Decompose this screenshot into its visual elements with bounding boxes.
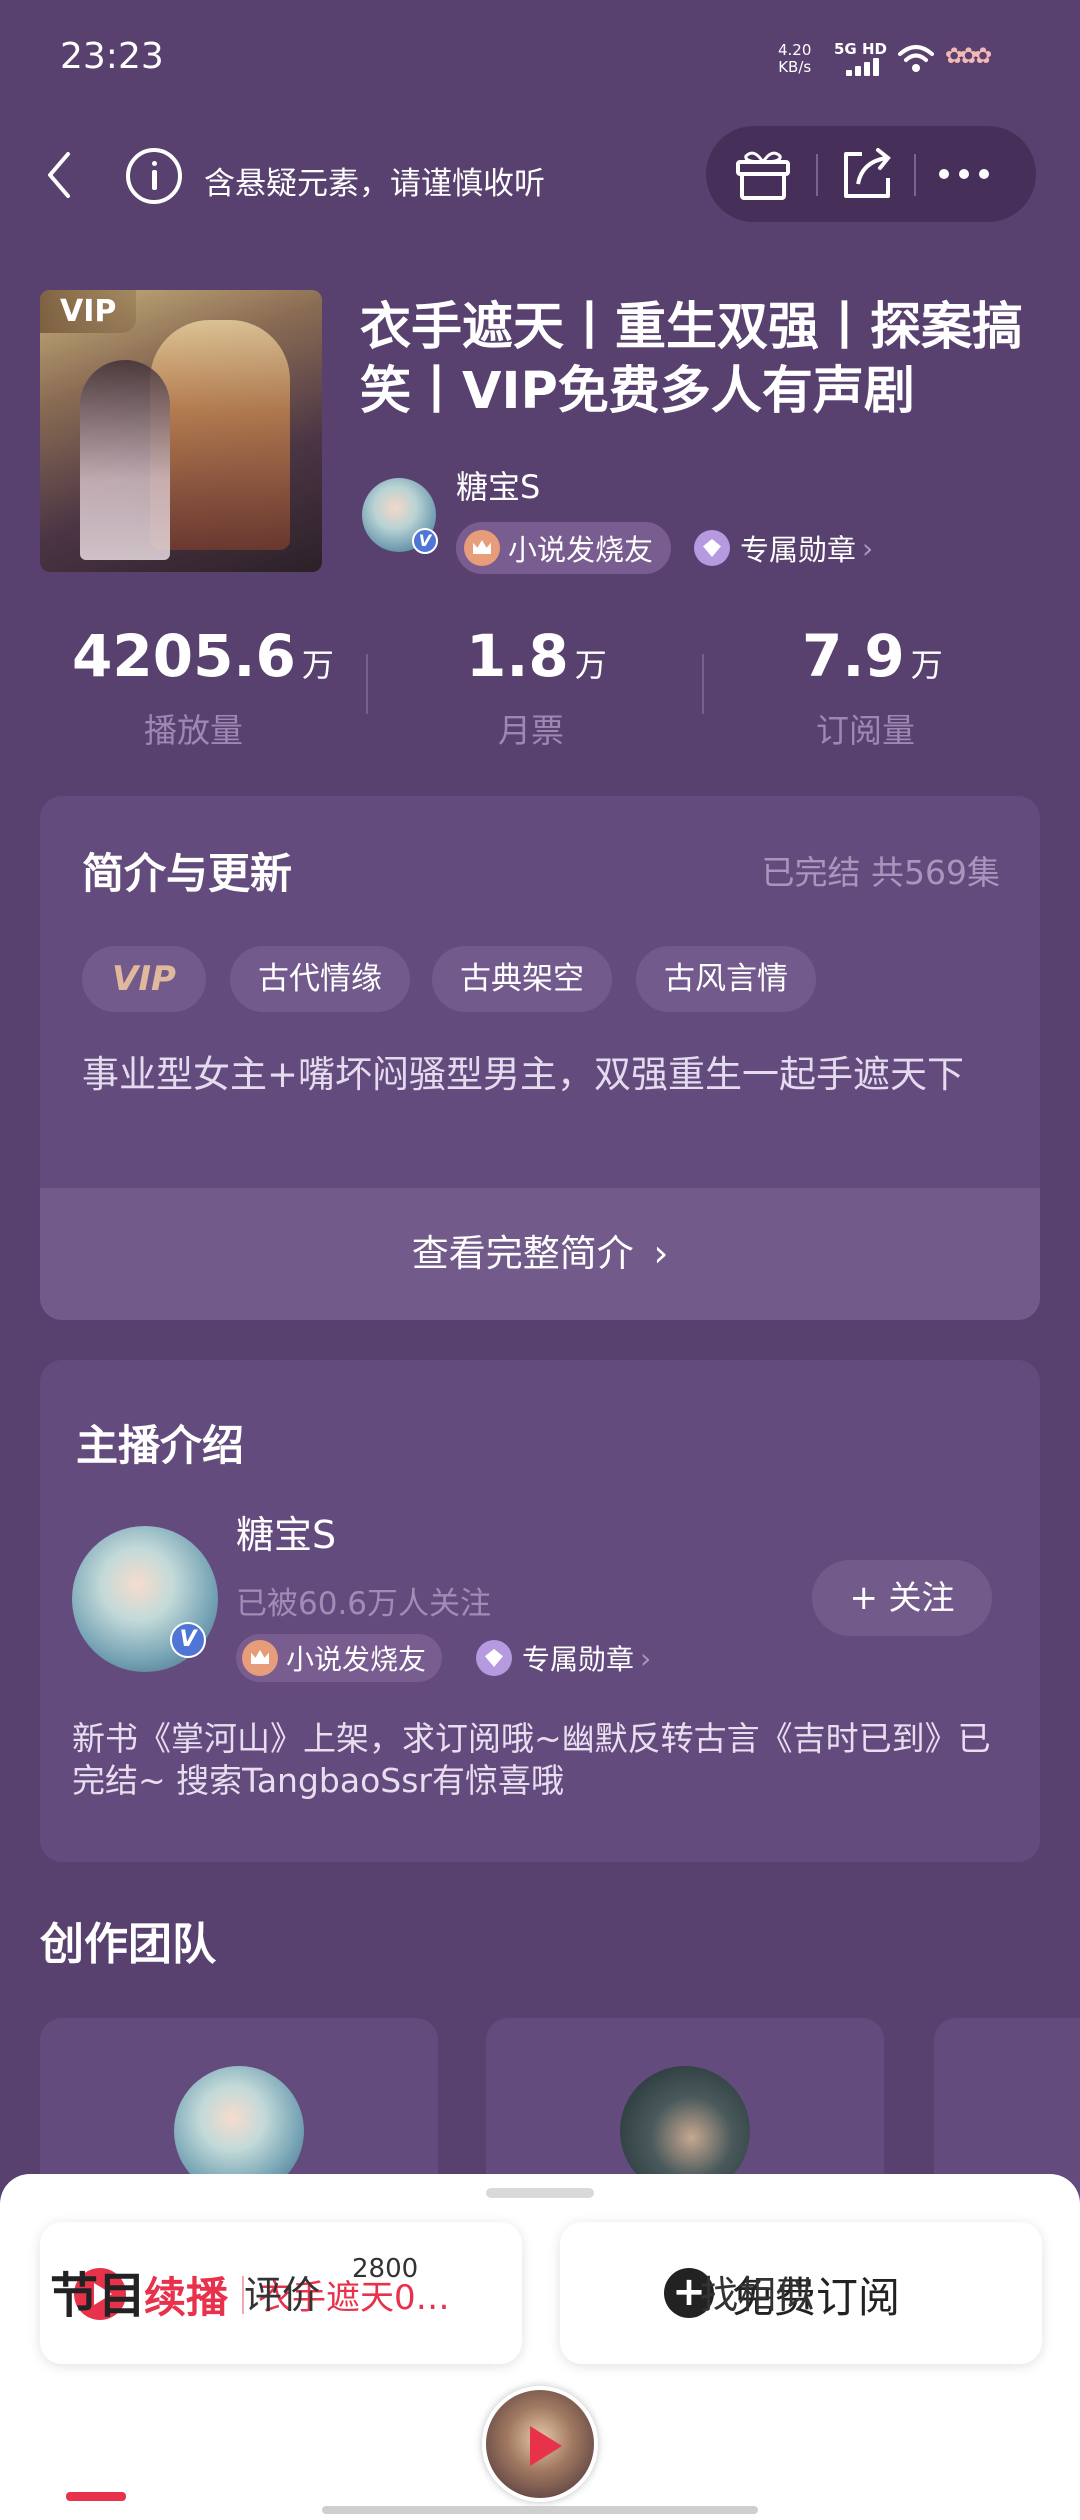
view-full-intro-button[interactable]: 查看完整简介 › bbox=[40, 1188, 1040, 1320]
anchor-bio: 新书《掌河山》上架，求订阅哦~幽默反转古言《吉时已到》已完结~ 搜索Tangba… bbox=[72, 1719, 991, 1800]
stat-subs-label: 订阅量 bbox=[816, 711, 915, 750]
vip-tag: VIP bbox=[40, 290, 137, 333]
speed-unit: KB/s bbox=[778, 58, 812, 76]
team-title: 创作团队 bbox=[40, 1919, 216, 1970]
fan-badge[interactable]: 小说发烧友 bbox=[236, 1634, 443, 1682]
stat-subs-unit: 万 bbox=[910, 646, 943, 684]
follow-label: 关注 bbox=[888, 1578, 955, 1617]
signal-icon bbox=[846, 58, 880, 76]
medal-icon bbox=[476, 1640, 512, 1676]
stat-tickets-label: 月票 bbox=[498, 711, 564, 750]
tag-vip[interactable]: VIP bbox=[82, 946, 206, 1012]
content-warning: 含悬疑元素，请谨慎收听 bbox=[204, 166, 545, 202]
drag-handle[interactable] bbox=[486, 2188, 594, 2198]
medal-badge[interactable]: 专属勋章 › bbox=[476, 1634, 651, 1682]
review-count: 2800 bbox=[352, 2254, 419, 2284]
mini-player-button[interactable] bbox=[482, 2386, 598, 2502]
intro-description: 事业型女主+嘴坏闷骚型男主，双强重生一起手遮天下 bbox=[82, 1053, 965, 1096]
anchor-section-title: 主播介绍 bbox=[76, 1421, 245, 1470]
medal-badge-label: 专属勋章 bbox=[740, 533, 857, 567]
back-icon[interactable] bbox=[30, 140, 90, 210]
view-full-intro-label: 查看完整简介 bbox=[411, 1232, 634, 1275]
stat-plays-unit: 万 bbox=[301, 646, 334, 684]
tag-ancient-romance[interactable]: 古代情缘 bbox=[230, 946, 410, 1012]
author-name[interactable]: 糖宝S bbox=[456, 462, 540, 508]
anchor-followers: 已被60.6万人关注 bbox=[236, 1586, 492, 1622]
tag-ancient-style-romance[interactable]: 古风言情 bbox=[636, 946, 816, 1012]
gift-icon[interactable] bbox=[734, 146, 792, 202]
stat-subs-value: 7.9 bbox=[802, 622, 905, 690]
tag-classical-fiction[interactable]: 古典架空 bbox=[432, 946, 612, 1012]
stat-subscriptions: 7.9 万 bbox=[802, 622, 943, 690]
stat-tickets-unit: 万 bbox=[574, 646, 607, 684]
chevron-right-icon: › bbox=[862, 531, 874, 565]
speed-value: 4.20 bbox=[778, 41, 812, 59]
verified-icon: V bbox=[412, 528, 438, 554]
cover-figure bbox=[80, 360, 170, 560]
book-cover[interactable]: VIP bbox=[40, 290, 322, 572]
crown-icon bbox=[464, 530, 500, 566]
more-icon[interactable] bbox=[932, 166, 996, 182]
medal-badge-label: 专属勋章 bbox=[522, 1643, 635, 1676]
share-icon[interactable] bbox=[838, 146, 896, 202]
episode-status: 已完结 共569集 bbox=[761, 853, 1000, 892]
stat-plays-value: 4205.6 bbox=[72, 622, 296, 690]
stat-divider bbox=[366, 654, 368, 714]
fan-badge-label: 小说发烧友 bbox=[508, 533, 654, 567]
action-pill bbox=[706, 126, 1036, 222]
crown-icon bbox=[242, 1640, 278, 1676]
network-type: 5G HD bbox=[834, 40, 887, 58]
book-title: 衣手遮天丨重生双强丨探案搞笑丨VIP免费多人有声剧 bbox=[360, 298, 1024, 421]
fan-badge[interactable]: 小说发烧友 bbox=[456, 522, 672, 574]
stat-plays-label: 播放量 bbox=[144, 711, 243, 750]
active-tab-indicator bbox=[66, 2492, 126, 2501]
follow-button[interactable]: + 关注 bbox=[812, 1560, 992, 1636]
verified-icon: V bbox=[170, 1622, 206, 1658]
battery-icon: ✿✿✿ bbox=[945, 44, 992, 69]
chevron-right-icon: › bbox=[653, 1232, 669, 1275]
cover-art bbox=[150, 320, 290, 550]
plus-icon: + bbox=[849, 1578, 879, 1618]
resume-label: 续播 bbox=[144, 2273, 229, 2322]
intro-card: 简介与更新 已完结 共569集 VIP 古代情缘 古典架空 古风言情 事业型女主… bbox=[40, 796, 1040, 1320]
medal-icon bbox=[694, 530, 730, 566]
tab-similar[interactable]: 找相似 bbox=[700, 2264, 814, 2319]
tab-reviews[interactable]: 评价 bbox=[244, 2264, 320, 2319]
anchor-card: 主播介绍 V 糖宝S 已被60.6万人关注 + 关注 小说发烧友 专属勋章 › … bbox=[40, 1360, 1040, 1862]
chevron-right-icon: › bbox=[640, 1641, 652, 1675]
tab-programs[interactable]: 节目 bbox=[50, 2256, 146, 2326]
medal-badge[interactable]: 专属勋章 › bbox=[694, 522, 873, 574]
info-icon[interactable] bbox=[126, 148, 182, 204]
network-speed: 4.20 KB/s bbox=[778, 42, 811, 76]
wifi-icon bbox=[898, 45, 934, 72]
home-indicator[interactable] bbox=[322, 2506, 758, 2514]
intro-title: 简介与更新 bbox=[82, 849, 293, 898]
stat-monthly-tickets: 1.8 万 bbox=[466, 622, 607, 690]
stat-divider bbox=[702, 654, 704, 714]
vip-chip-label: VIP bbox=[112, 959, 176, 999]
status-time: 23:23 bbox=[60, 36, 164, 77]
stat-plays: 4205.6 万 bbox=[72, 622, 334, 690]
fan-badge-label: 小说发烧友 bbox=[286, 1643, 427, 1676]
stat-tickets-value: 1.8 bbox=[466, 622, 569, 690]
anchor-name[interactable]: 糖宝S bbox=[236, 1504, 336, 1559]
